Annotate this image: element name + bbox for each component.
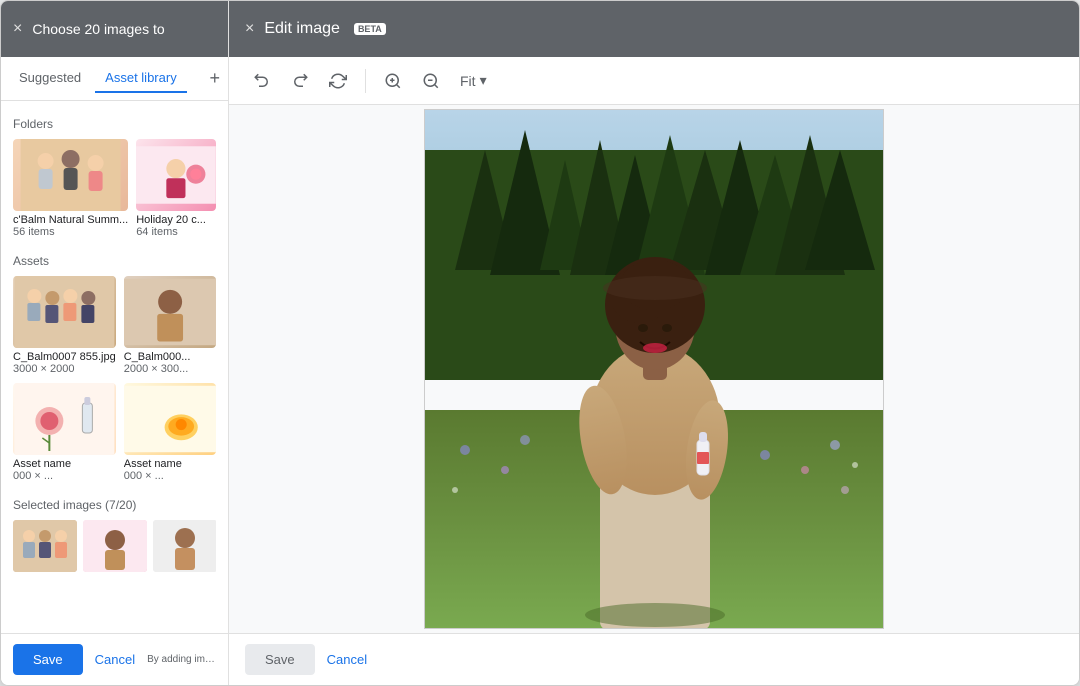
asset-thumbnail [124,276,216,348]
asset-item[interactable]: C_Balm0007 855.jpg 3000 × 2000 [13,276,116,375]
selected-strip [13,520,216,572]
folder-thumbnail [136,139,216,211]
right-panel: × Edit image BETA Fit ▾ [229,1,1079,685]
asset-dims: 3000 × 2000 [13,363,116,375]
asset-thumbnail [124,383,216,455]
undo-button[interactable] [245,66,279,96]
left-cancel-button[interactable]: Cancel [91,644,139,675]
asset-item[interactable]: Asset name 000 × ... [13,383,116,482]
left-save-button[interactable]: Save [13,644,83,675]
selected-thumbnail [83,520,147,572]
folder-count: 56 items [13,226,128,238]
asset-thumbnail [13,276,116,348]
footer-note: By adding images with... [147,654,216,665]
main-image-container [424,109,884,629]
right-panel-title: Edit image [264,20,340,38]
tab-add-button[interactable]: + [209,68,220,89]
right-save-button[interactable]: Save [245,644,315,675]
folder-grid: c'Balm Natural Summ... 56 items [13,139,216,238]
beta-badge: BETA [354,23,386,35]
right-cancel-button[interactable]: Cancel [323,644,371,675]
asset-item[interactable]: Asset name 000 × ... [124,383,216,482]
asset-thumbnail [13,383,116,455]
assets-section-label: Assets [13,254,216,268]
folder-item[interactable]: Holiday 20 c... 64 items [136,139,216,238]
zoom-in-button[interactable] [376,66,410,96]
zoom-out-button[interactable] [414,66,448,96]
asset-dims: 2000 × 300... [124,363,216,375]
right-close-button[interactable]: × [245,20,254,38]
left-footer: Save Cancel By adding images with... [1,633,228,685]
fit-label: Fit [460,73,476,89]
folder-name: Holiday 20 c... [136,214,216,226]
tab-asset-library[interactable]: Asset library [95,64,187,93]
asset-name: C_Balm000... [124,351,216,363]
asset-name: C_Balm0007 855.jpg [13,351,116,363]
folders-section-label: Folders [13,117,216,131]
selected-thumbnail [153,520,216,572]
toolbar: Fit ▾ [229,57,1079,105]
fit-arrow-icon: ▾ [480,72,487,89]
redo-button[interactable] [283,66,317,96]
folder-name: c'Balm Natural Summ... [13,214,128,226]
folder-item[interactable]: c'Balm Natural Summ... 56 items [13,139,128,238]
tabs-row: Suggested Asset library + [1,57,228,101]
reset-button[interactable] [321,66,355,96]
selected-thumbnail [13,520,77,572]
toolbar-divider [365,69,366,93]
left-panel-title: Choose 20 images to [32,21,164,37]
asset-item[interactable]: C_Balm000... 2000 × 300... [124,276,216,375]
left-header: × Choose 20 images to [1,1,228,57]
folder-thumbnail [13,139,128,211]
left-panel: × Choose 20 images to Suggested Asset li… [1,1,229,685]
asset-dims: 000 × ... [124,470,216,482]
left-close-button[interactable]: × [13,20,22,38]
right-header: × Edit image BETA [229,1,1079,57]
asset-dims: 000 × ... [13,470,116,482]
right-footer: Save Cancel [229,633,1079,685]
main-image [425,110,884,629]
fit-button[interactable]: Fit ▾ [452,66,495,95]
asset-name: Asset name [124,458,216,470]
selected-section-label: Selected images (7/20) [13,498,216,512]
tab-suggested[interactable]: Suggested [9,64,91,93]
canvas-area [229,105,1079,633]
left-content: Folders [1,101,228,633]
assets-grid: C_Balm0007 855.jpg 3000 × 2000 C_Balm000… [13,276,216,482]
asset-name: Asset name [13,458,116,470]
folder-count: 64 items [136,226,216,238]
